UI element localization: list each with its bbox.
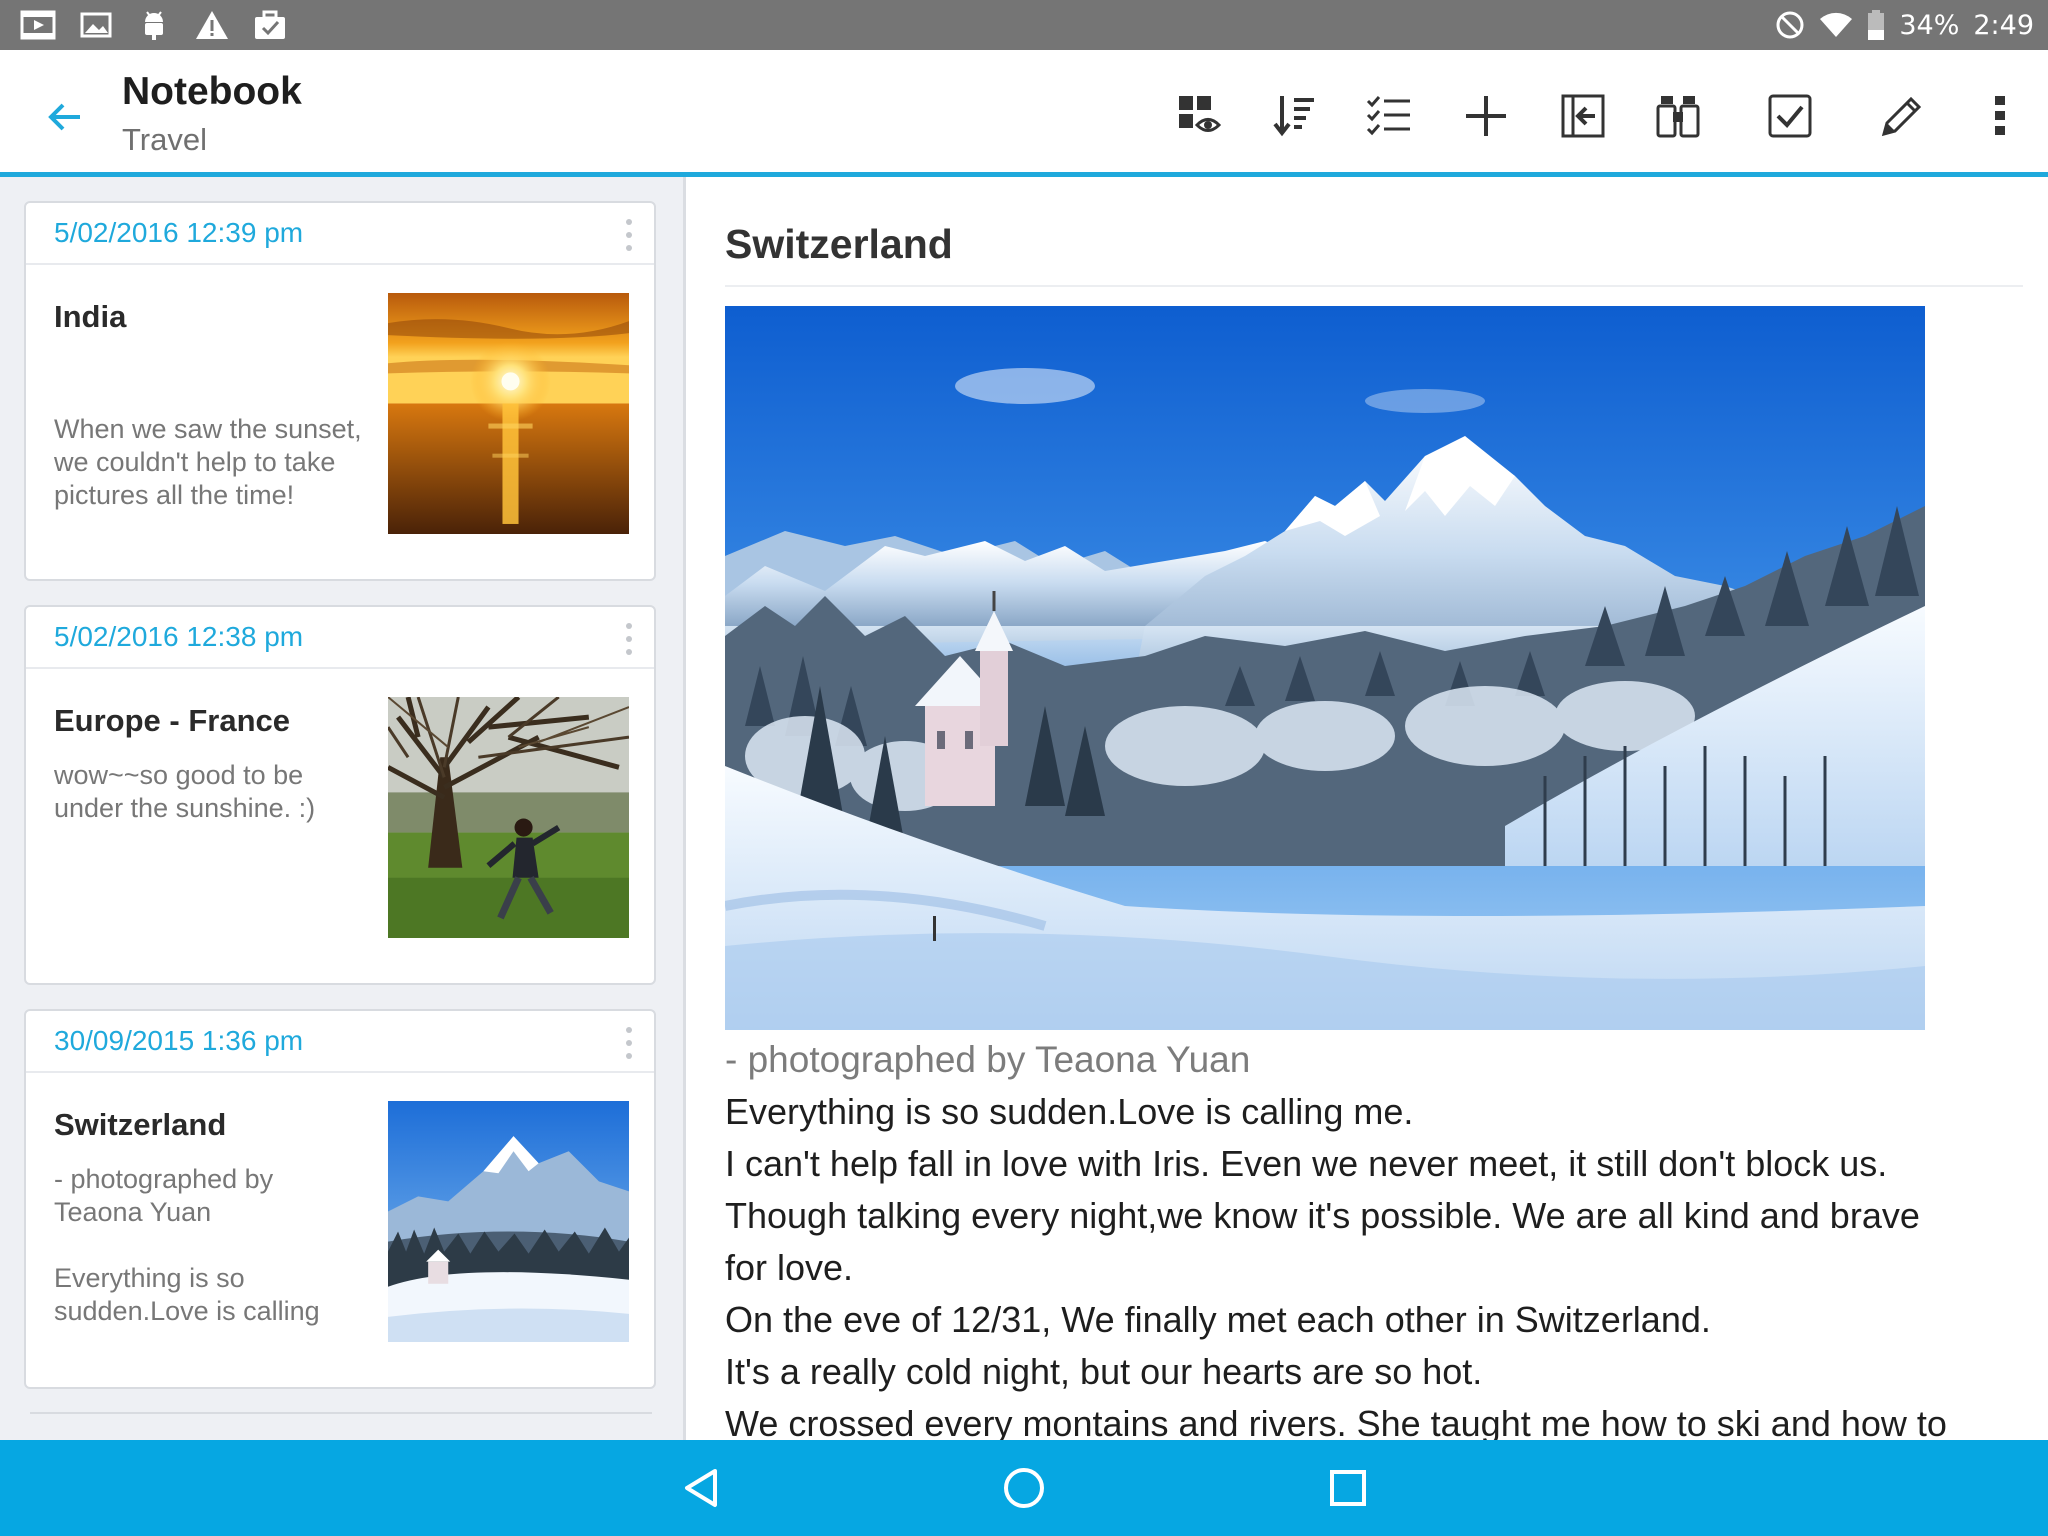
more-vert-icon <box>1995 96 2005 135</box>
photo-caption: - photographed by Teaona Yuan <box>725 1039 1251 1080</box>
note-title: India <box>54 299 127 334</box>
plus-icon <box>1466 96 1506 136</box>
search-button[interactable] <box>1648 86 1708 146</box>
tree-park-photo-thumbnail <box>388 697 629 938</box>
do-not-disturb-icon <box>1775 10 1805 40</box>
note-preview: wow~~so good to be under the sunshine. :… <box>54 760 316 823</box>
note-preview: - photographed by Teaona Yuan Everything… <box>54 1164 320 1326</box>
snowy-mountain-photo[interactable] <box>725 306 1925 1030</box>
note-card[interactable]: 5/02/2016 12:39 pm India When we saw the… <box>24 201 656 581</box>
note-title: Europe - France <box>54 703 290 738</box>
panel-left-arrow-icon <box>1561 94 1605 138</box>
circle-home-icon <box>1004 1468 1044 1508</box>
nav-back-button[interactable] <box>671 1458 731 1518</box>
pencil-icon <box>1881 96 1922 137</box>
note-menu-button[interactable] <box>622 215 636 255</box>
note-menu-button[interactable] <box>622 1023 636 1063</box>
nav-home-button[interactable] <box>994 1458 1054 1518</box>
note-date: 5/02/2016 12:38 pm <box>54 621 304 652</box>
triangle-back-icon <box>685 1469 717 1507</box>
note-card[interactable]: 5/02/2016 12:38 pm Europe - France wow~~… <box>24 605 656 985</box>
video-notification-icon <box>20 8 56 42</box>
overflow-menu-button[interactable] <box>1970 86 2030 146</box>
warning-notification-icon <box>194 8 230 42</box>
collapse-panel-button[interactable] <box>1553 86 1613 146</box>
grid-eye-icon <box>1179 96 1222 132</box>
checkbox-icon <box>1768 94 1812 138</box>
note-card[interactable]: 30/09/2015 1:36 pm Switzerland - photogr… <box>24 1009 656 1389</box>
square-recents-icon <box>1330 1470 1366 1506</box>
edit-button[interactable] <box>1872 86 1932 146</box>
note-menu-button[interactable] <box>622 619 636 659</box>
note-title: Switzerland <box>54 1107 227 1142</box>
sort-button[interactable] <box>1264 86 1324 146</box>
note-date: 30/09/2015 1:36 pm <box>54 1025 304 1056</box>
battery-icon <box>1867 10 1885 40</box>
android-notification-icon <box>136 8 172 42</box>
add-note-button[interactable] <box>1456 86 1516 146</box>
snowy-mountain-photo-thumbnail <box>388 1101 629 1342</box>
navigation-bar <box>0 1440 2048 1536</box>
checklist-icon <box>1366 96 1410 136</box>
sort-icon <box>1273 96 1314 137</box>
briefcase-check-notification-icon <box>252 8 288 42</box>
nav-recents-button[interactable] <box>1318 1458 1378 1518</box>
notebook-name: Travel <box>122 122 207 157</box>
battery-percent: 34% <box>1899 9 1960 41</box>
note-date: 5/02/2016 12:39 pm <box>54 217 304 248</box>
clock: 2:49 <box>1973 9 2034 41</box>
arrow-left-icon <box>48 103 80 131</box>
note-list[interactable]: 5/02/2016 12:39 pm India When we saw the… <box>0 177 683 1440</box>
wifi-icon <box>1819 11 1853 39</box>
checklist-button[interactable] <box>1359 86 1419 146</box>
note-body[interactable]: Everything is so sudden.Love is calling … <box>725 1086 2035 1440</box>
binoculars-icon <box>1656 96 1700 138</box>
app-bar: Notebook Travel <box>0 50 2048 172</box>
status-bar: 34% 2:49 <box>0 0 2048 50</box>
page-title: Notebook <box>122 70 302 113</box>
note-detail-title: Switzerland <box>725 221 953 267</box>
view-mode-button[interactable] <box>1170 86 1230 146</box>
note-preview: When we saw the sunset, we couldn't help… <box>54 414 362 510</box>
select-button[interactable] <box>1760 86 1820 146</box>
sunset-photo-thumbnail <box>388 293 629 534</box>
note-detail[interactable]: Switzerland - photographed by Teaona Yua… <box>686 177 2048 1440</box>
image-notification-icon <box>78 8 114 42</box>
back-button[interactable] <box>40 92 90 142</box>
